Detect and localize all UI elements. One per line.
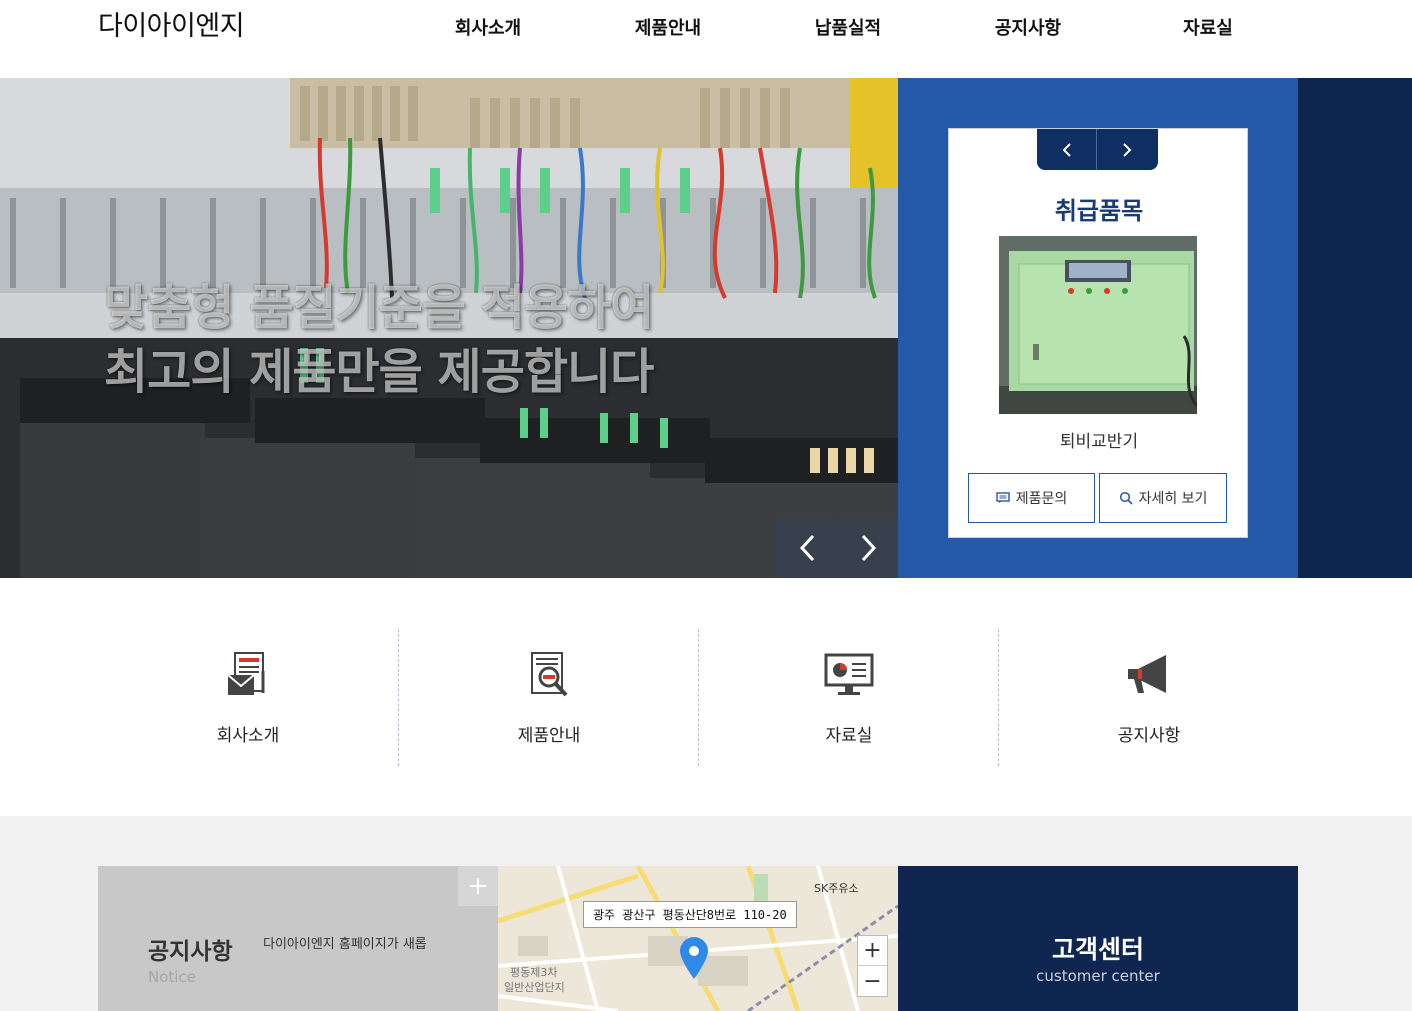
product-inquiry-button[interactable]: 제품문의 <box>968 473 1095 523</box>
hero-image: 맞춤형 품질기준을 적용하여 최고의 제품만을 제공합니다 <box>0 78 898 578</box>
location-map[interactable]: SK주유소 평동제3차 일반산업단지 광주 광산구 평동산단8번로 110-20… <box>498 866 898 1011</box>
hero-next-button[interactable] <box>838 518 898 578</box>
hero-headline-line1: 맞춤형 품질기준을 적용하여 <box>104 280 654 336</box>
map-zoom-in-button[interactable]: + <box>858 936 887 966</box>
product-card: 취급품목 퇴비교반기 제품문의 자세히 보기 <box>948 128 1248 538</box>
hero-headline: 맞춤형 품질기준을 적용하여 최고의 제품만을 제공합니다 <box>104 276 654 404</box>
quick-archive[interactable]: 자료실 <box>698 629 998 766</box>
bottom-section: 공지사항 Notice 다이아이엔지 홈페이지가 새롭 SK주유소 평동제3차 … <box>0 816 1412 1011</box>
map-label-gas-station: SK주유소 <box>814 882 859 895</box>
product-search-icon <box>531 652 568 697</box>
main-nav: 회사소개 제품안내 납품실적 공지사항 자료실 <box>398 14 1298 44</box>
product-detail-button[interactable]: 자세히 보기 <box>1099 473 1227 523</box>
chevron-right-icon <box>861 534 876 562</box>
chevron-right-icon <box>1123 142 1132 157</box>
product-prev-button[interactable] <box>1037 129 1097 170</box>
nav-deliveries[interactable]: 납품실적 <box>758 14 938 44</box>
product-inquiry-label: 제품문의 <box>1015 491 1068 507</box>
map-zoom-controls: + − <box>857 935 888 997</box>
site-logo[interactable]: 다이아이엔지 <box>98 4 245 43</box>
hero-headline-line2: 최고의 제품만을 제공합니다 <box>104 344 654 400</box>
search-icon <box>1119 491 1133 505</box>
quick-menu: 회사소개 제품안내 자료실 공지사항 <box>98 629 1298 766</box>
notice-more-button[interactable] <box>458 866 498 906</box>
site-header: 다이아이엔지 회사소개 제품안내 납품실적 공지사항 자료실 <box>0 0 1412 78</box>
mixer-cabinet-illustration <box>999 236 1197 414</box>
nav-notice[interactable]: 공지사항 <box>938 14 1118 44</box>
nav-archive[interactable]: 자료실 <box>1118 14 1298 44</box>
map-address-tooltip: 광주 광산구 평동산단8번로 110-20 <box>583 901 797 928</box>
customer-center-subtitle: customer center <box>1036 967 1160 985</box>
product-arrows <box>1037 129 1158 170</box>
quick-products-label: 제품안내 <box>517 726 581 746</box>
quick-company-label: 회사소개 <box>216 726 280 746</box>
notice-subtitle: Notice <box>148 968 196 986</box>
product-panel: 취급품목 퇴비교반기 제품문의 자세히 보기 <box>898 78 1298 578</box>
nav-company[interactable]: 회사소개 <box>398 14 578 44</box>
product-image[interactable] <box>999 236 1197 414</box>
map-zoom-out-button[interactable]: − <box>858 966 887 996</box>
hero-prev-button[interactable] <box>776 518 837 578</box>
map-pin-icon[interactable] <box>679 936 709 980</box>
quick-products[interactable]: 제품안내 <box>398 629 698 766</box>
product-section-title: 취급품목 <box>1054 197 1144 225</box>
quick-archive-label: 자료실 <box>825 726 873 746</box>
customer-center-box[interactable]: 고객센터 customer center <box>898 866 1298 1011</box>
customer-center-title: 고객센터 <box>1051 935 1144 964</box>
product-detail-label: 자세히 보기 <box>1138 491 1208 507</box>
hero-section: 맞춤형 품질기준을 적용하여 최고의 제품만을 제공합니다 취급품목 퇴비교반기… <box>0 78 1412 578</box>
nav-products[interactable]: 제품안내 <box>578 14 758 44</box>
quick-notice[interactable]: 공지사항 <box>998 629 1298 766</box>
product-next-button[interactable] <box>1097 129 1157 170</box>
chevron-left-icon <box>1062 142 1071 157</box>
map-label-complex-2: 일반산업단지 <box>504 981 565 994</box>
notice-box: 공지사항 Notice 다이아이엔지 홈페이지가 새롭 <box>98 866 498 1011</box>
company-document-icon <box>227 652 265 695</box>
notice-latest-post[interactable]: 다이아이엔지 홈페이지가 새롭 <box>263 933 427 952</box>
notice-title: 공지사항 <box>148 939 233 965</box>
hero-side-band <box>1298 78 1412 578</box>
product-name: 퇴비교반기 <box>1059 432 1139 452</box>
plus-icon <box>470 878 486 894</box>
megaphone-icon <box>1128 655 1166 693</box>
monitor-chart-icon <box>824 653 874 695</box>
chat-icon <box>996 492 1010 503</box>
chevron-left-icon <box>799 534 814 562</box>
quick-company[interactable]: 회사소개 <box>98 629 398 766</box>
quick-notice-label: 공지사항 <box>1117 726 1181 746</box>
map-label-complex-1: 평동제3차 <box>510 966 558 979</box>
